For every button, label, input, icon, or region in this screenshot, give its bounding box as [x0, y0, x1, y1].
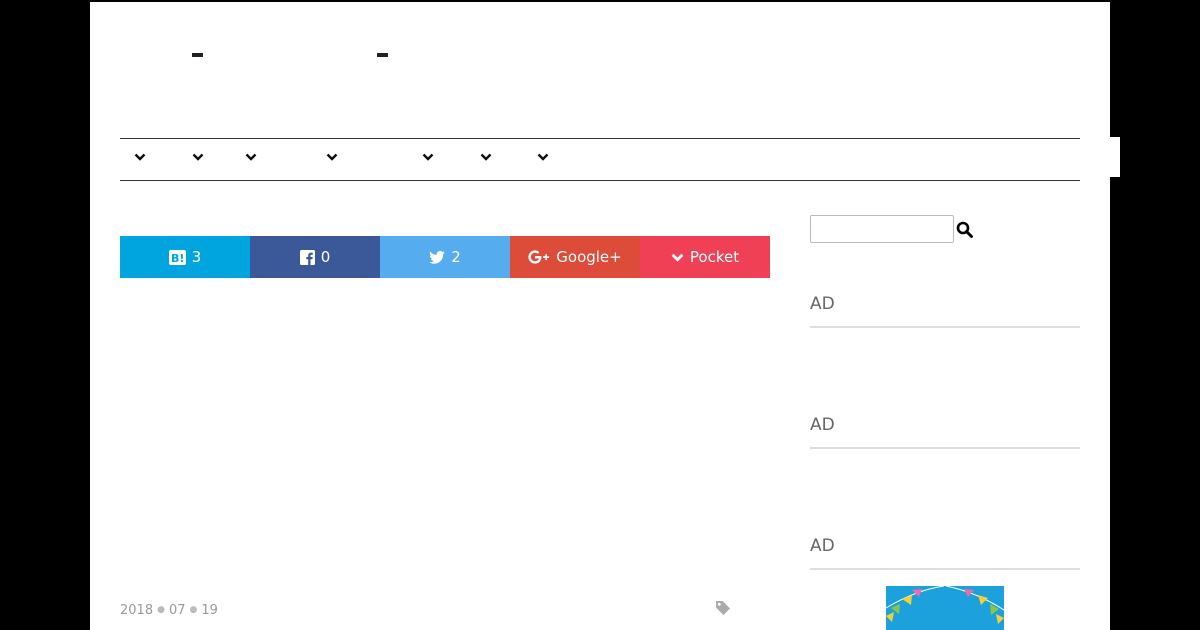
chevron-down-icon: [671, 253, 684, 262]
chevron-down-icon: [245, 153, 257, 161]
sidebar-banner-image[interactable]: [886, 586, 1004, 630]
pocket-label: Pocket: [689, 248, 740, 266]
chevron-down-icon: [134, 153, 146, 161]
post-date-year: 2018: [120, 603, 154, 618]
facebook-share-button[interactable]: 0: [250, 236, 380, 278]
nav-dropdown-1[interactable]: [134, 151, 148, 167]
facebook-share-count: 0: [320, 248, 331, 266]
google-plus-icon: [528, 250, 550, 264]
nav-dropdown-3[interactable]: [245, 151, 259, 167]
chevron-down-icon: [480, 153, 492, 161]
twitter-icon: [429, 250, 446, 264]
date-separator: ●: [189, 605, 198, 615]
chevron-down-icon: [192, 153, 204, 161]
share-buttons: B! 3 0 2 Google+ Pocket: [120, 236, 770, 278]
nav-dropdown-6[interactable]: [480, 151, 494, 167]
bunting-flags-image: [886, 586, 1004, 624]
search-input[interactable]: [810, 215, 954, 243]
svg-text:B!: B!: [171, 252, 184, 265]
chevron-down-icon: [422, 153, 434, 161]
post-date-day: 19: [201, 603, 218, 618]
nav-dropdown-2[interactable]: [192, 151, 206, 167]
date-separator: ●: [157, 605, 165, 615]
hatena-bookmark-icon: B!: [168, 249, 186, 265]
site-title-mark: [377, 53, 388, 57]
nav-edge-tab: [1110, 137, 1120, 177]
twitter-share-count: 2: [451, 248, 461, 266]
chevron-down-icon: [326, 153, 338, 161]
twitter-share-button[interactable]: 2: [380, 236, 510, 278]
ad-label: AD: [810, 415, 1080, 449]
hatena-bookmark-count: 3: [191, 248, 202, 266]
post-date-month: 07: [168, 603, 186, 618]
nav-dropdown-5[interactable]: [422, 151, 436, 167]
post-date: 2018 ● 07 ● 19: [120, 603, 218, 618]
chevron-down-icon: [537, 153, 549, 161]
global-nav: [120, 138, 1080, 181]
hatena-bookmark-button[interactable]: B! 3: [120, 236, 250, 278]
google-plus-share-button[interactable]: Google+: [510, 236, 640, 278]
facebook-icon: [299, 249, 315, 265]
tag-icon[interactable]: [715, 600, 731, 616]
page: B! 3 0 2 Google+ Pocket 2018 ● 07 ● 19 A…: [90, 0, 1110, 630]
ad-label: AD: [810, 536, 1080, 570]
site-title-mark: [192, 53, 203, 57]
nav-dropdown-7[interactable]: [537, 151, 551, 167]
search-icon[interactable]: [956, 221, 974, 239]
nav-dropdown-4[interactable]: [326, 151, 340, 167]
pocket-save-button[interactable]: Pocket: [640, 236, 770, 278]
ad-label: AD: [810, 294, 1080, 328]
google-plus-label: Google+: [556, 248, 622, 266]
